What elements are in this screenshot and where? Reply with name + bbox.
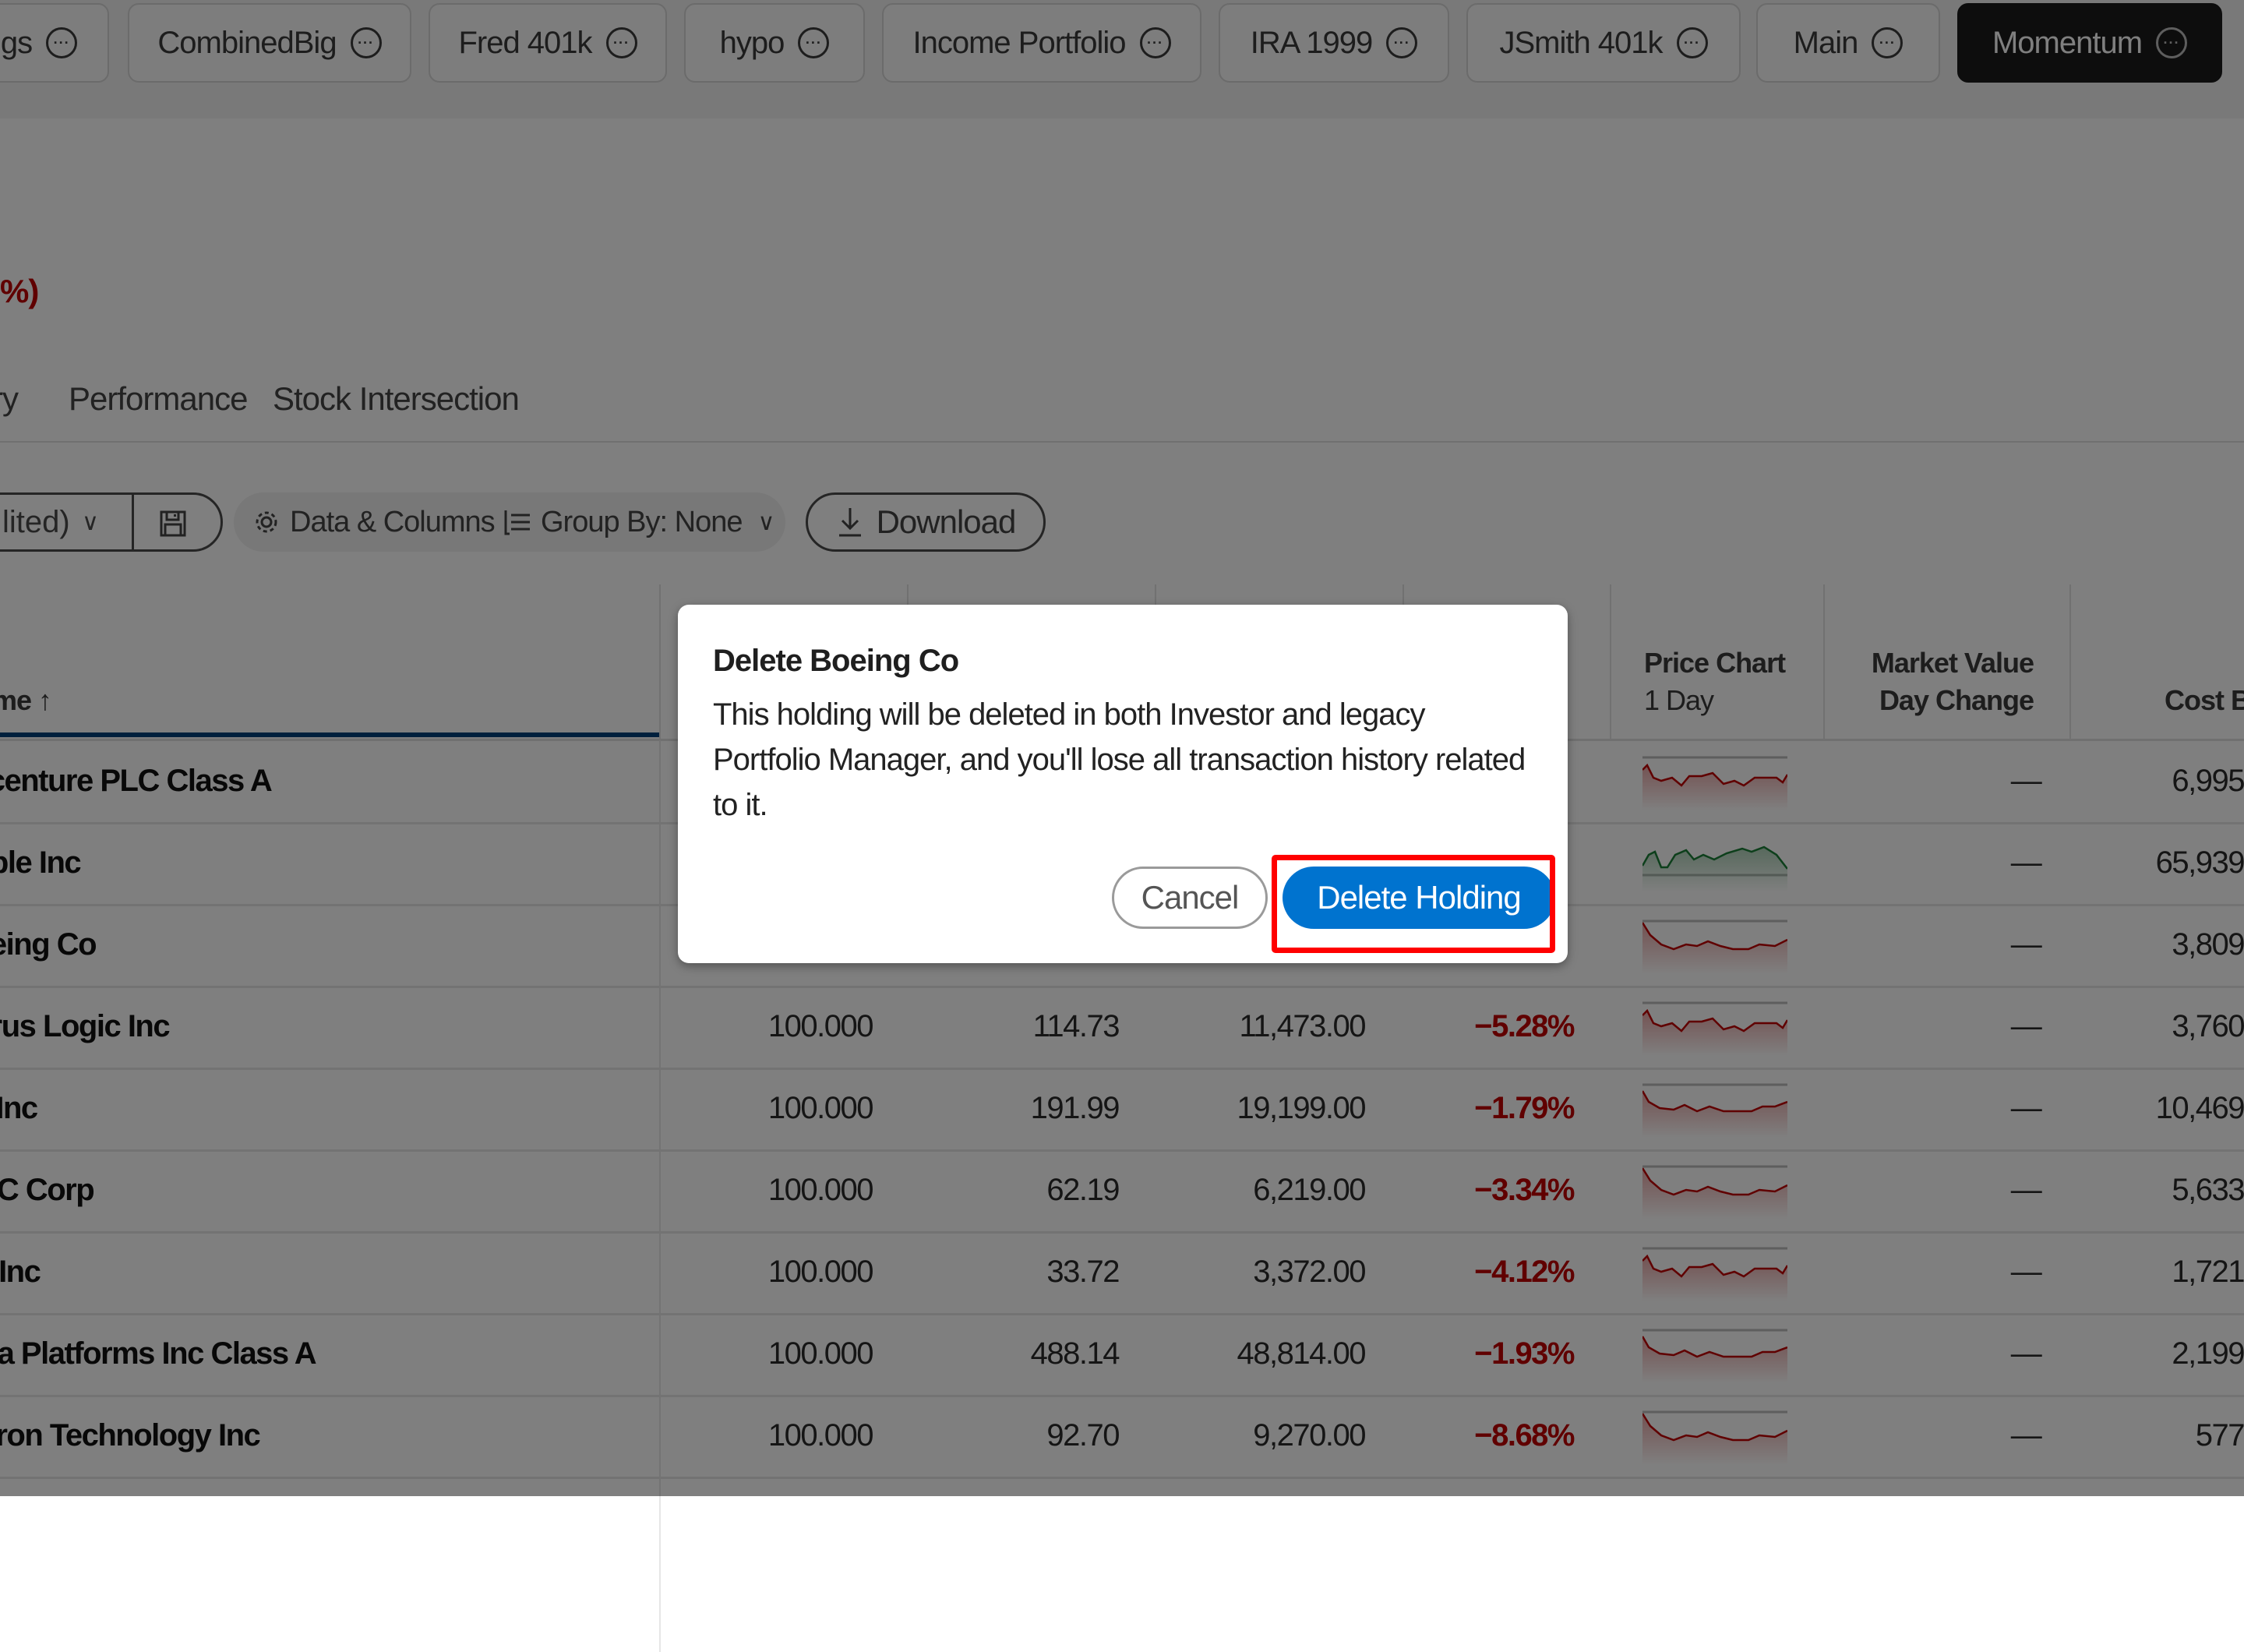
highlight-annotation	[1272, 855, 1555, 953]
dialog-title: Delete Boeing Co	[713, 644, 959, 678]
cancel-button[interactable]: Cancel	[1112, 867, 1268, 929]
portfolio-page: gs ··· CombinedBig ··· Fred 401k ··· hyp…	[0, 0, 2244, 1652]
dialog-message: This holding will be deleted in both Inv…	[713, 697, 1526, 822]
